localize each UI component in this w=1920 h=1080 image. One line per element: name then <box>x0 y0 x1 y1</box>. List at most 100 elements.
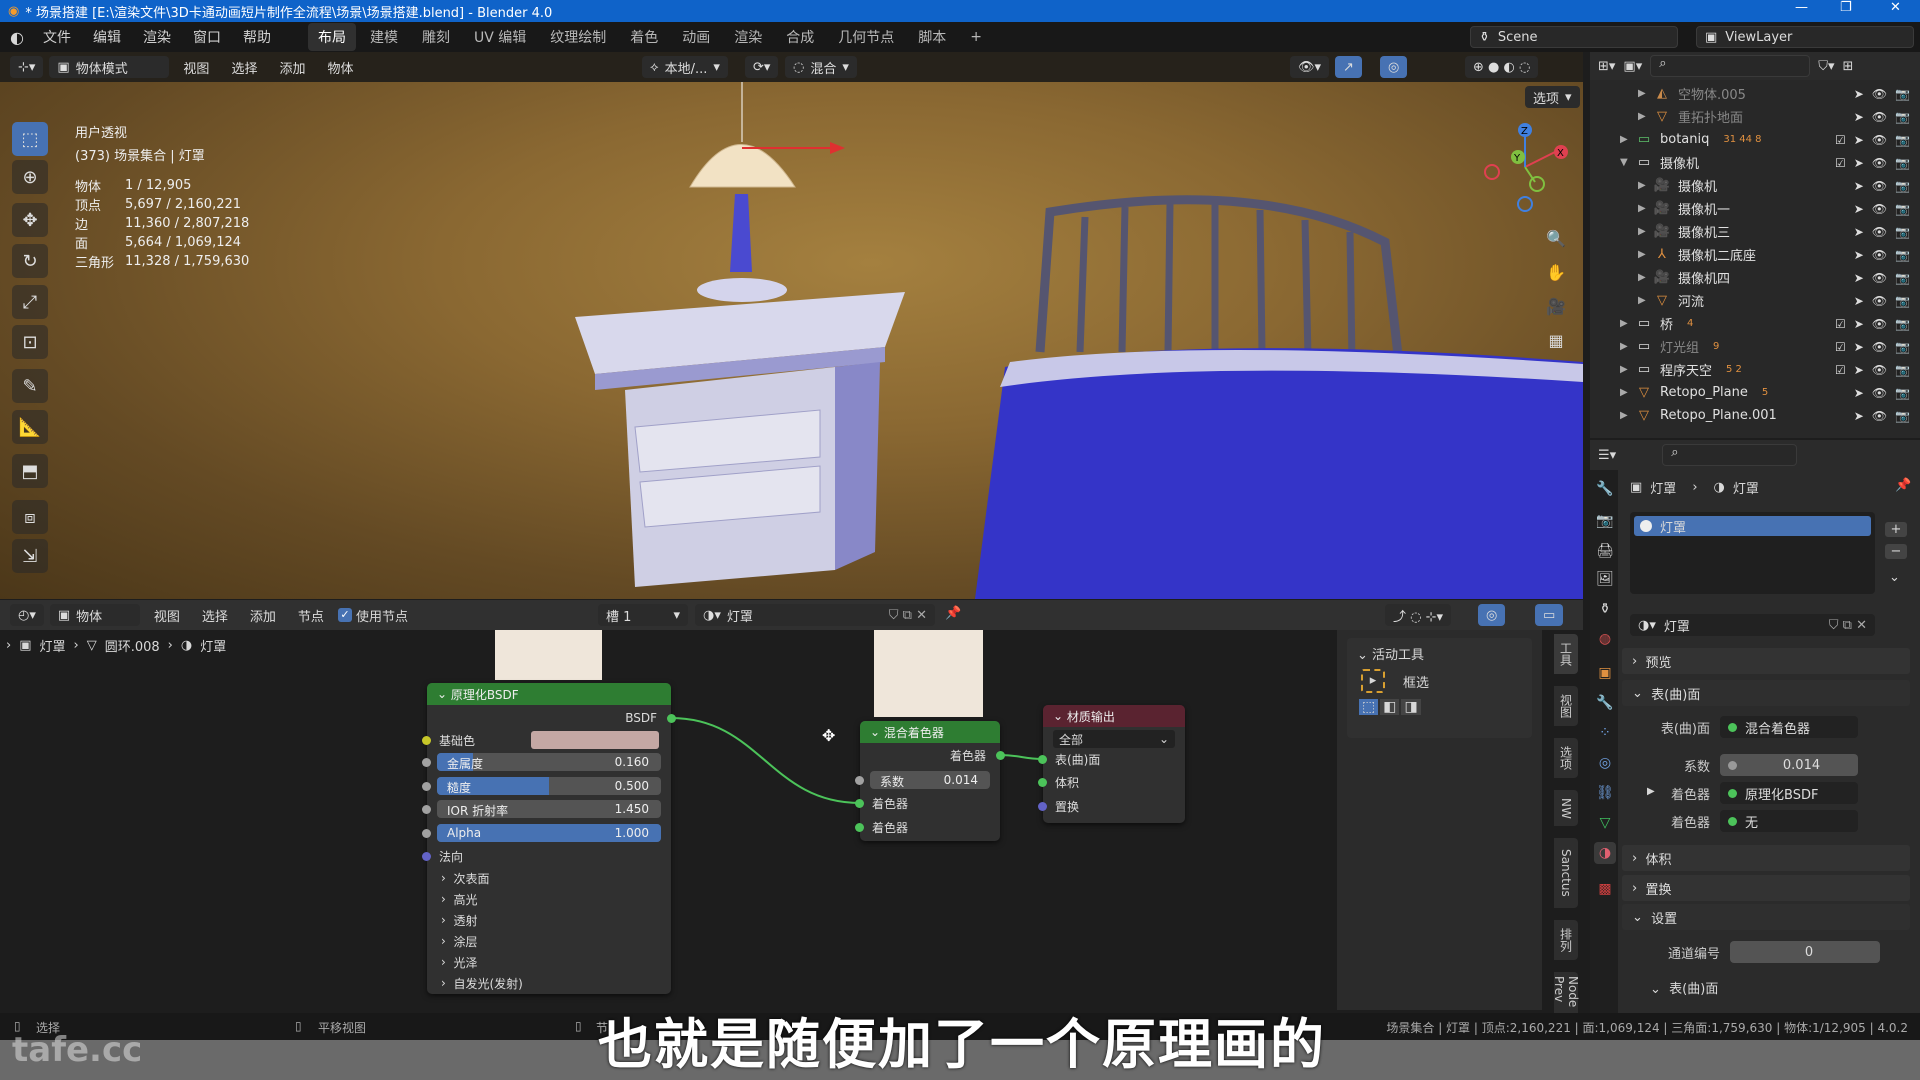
tab-layout[interactable]: 布局 <box>307 23 356 51</box>
expand-arrow-icon[interactable]: ▶ <box>1620 410 1634 421</box>
select-box-tool[interactable]: ⬚ <box>12 122 48 156</box>
factor-socket[interactable] <box>855 776 864 785</box>
outliner-display-mode-icon[interactable]: ⊞▾ <box>1598 59 1615 74</box>
bsdf-slider[interactable]: Alpha 1.000 <box>437 823 661 842</box>
node-menu-node[interactable]: 节点 <box>290 604 332 627</box>
scene-selector[interactable]: ⚱ Scene <box>1470 26 1678 48</box>
expand-arrow-icon[interactable]: ▼ <box>1620 157 1634 168</box>
node-header[interactable]: ⌄ 混合着色器 <box>860 721 1000 743</box>
shader2-field[interactable]: 无 <box>1720 810 1858 832</box>
outliner-row[interactable]: ▶ ▭ botaniq 31 44 8 ☑ ➤ 👁 📷 <box>1590 128 1920 151</box>
editor-type-button[interactable]: ⊹▾ <box>10 56 44 78</box>
render-camera-icon[interactable]: 📷 <box>1895 225 1910 239</box>
selection-mode-buttons[interactable]: ⬚ ◧ ◨ <box>1347 699 1532 715</box>
menu-render[interactable]: 渲染 <box>134 24 180 50</box>
selectable-icon[interactable]: ➤ <box>1854 294 1864 308</box>
mode-dropdown[interactable]: ▣ 物体模式 <box>49 56 170 78</box>
tab-scripting[interactable]: 脚本 <box>908 23 956 51</box>
eye-icon[interactable]: 👁 <box>1872 409 1887 423</box>
outliner-row[interactable]: ▶ 🎥 摄像机一 ➤ 👁 📷 <box>1590 197 1920 220</box>
output-target-dropdown[interactable]: 全部 ⌄ <box>1053 730 1175 748</box>
object-tab-icon[interactable]: ▣ <box>1594 662 1616 684</box>
menu-select[interactable]: 选择 <box>223 56 265 79</box>
material-actions[interactable]: ⛉ ⧉ ✕ <box>1829 618 1875 633</box>
exclude-checkbox[interactable]: ☑ <box>1835 156 1846 170</box>
transform-orientation-dropdown[interactable]: ⟡ 本地/... ▾ <box>642 56 728 78</box>
measure-tool[interactable]: 📐 <box>12 410 48 444</box>
shear-tool[interactable]: ⧈ <box>12 500 48 534</box>
shader-type-dropdown[interactable]: ▣ 物体 <box>49 604 140 626</box>
outliner-row[interactable]: ▶ 🎥 摄像机四 ➤ 👁 📷 <box>1590 266 1920 289</box>
tab-shading[interactable]: 着色 <box>620 23 668 51</box>
outliner-row[interactable]: ▶ ▽ 河流 ➤ 👁 📷 <box>1590 289 1920 312</box>
bsdf-panel-toggle[interactable]: › 次表面 <box>427 868 671 888</box>
expand-arrow-icon[interactable]: ▶ <box>1620 387 1634 398</box>
outliner-row[interactable]: ▶ ⅄ 摄像机二底座 ➤ 👁 📷 <box>1590 243 1920 266</box>
cursor-tool[interactable]: ⊕ <box>12 160 48 194</box>
texture-tab-icon[interactable]: ▩ <box>1594 878 1616 900</box>
outliner-row[interactable]: ▶ ◭ 空物体.005 ➤ 👁 📷 <box>1590 82 1920 105</box>
selectable-icon[interactable]: ➤ <box>1854 87 1864 101</box>
world-tab-icon[interactable]: ◍ <box>1594 628 1616 650</box>
add-cube-tool[interactable]: ⬒ <box>12 454 48 488</box>
overlay-toggle[interactable]: ◎ <box>1380 56 1408 78</box>
selectable-icon[interactable]: ➤ <box>1854 271 1864 285</box>
render-camera-icon[interactable]: 📷 <box>1895 156 1910 170</box>
expand-arrow-icon[interactable]: ▶ <box>1620 134 1634 145</box>
render-camera-icon[interactable]: 📷 <box>1895 294 1910 308</box>
surface-socket[interactable] <box>1038 755 1047 764</box>
tab-modeling[interactable]: 建模 <box>360 23 408 51</box>
node-overlay-toggle[interactable]: ◎ <box>1478 604 1506 626</box>
tab-animation[interactable]: 动画 <box>672 23 720 51</box>
pan-hand-icon[interactable]: ✋ <box>1542 256 1570 290</box>
node-canvas[interactable]: › ▣ 灯罩 › ▽ 圆环.008 › ◑ 灯罩 ⌄ 原理化BSDF BSDF 基础色 金属… <box>0 630 1335 1013</box>
visibility-button[interactable]: 👁▾ <box>1290 56 1330 78</box>
eye-icon[interactable]: 👁 <box>1872 294 1887 308</box>
expand-arrow-icon[interactable]: ▶ <box>1620 341 1634 352</box>
render-camera-icon[interactable]: 📷 <box>1895 317 1910 331</box>
render-camera-icon[interactable]: 📷 <box>1895 87 1910 101</box>
mix-factor-slider[interactable]: 系数 0.014 <box>870 771 990 789</box>
tab-sculpting[interactable]: 雕刻 <box>412 23 460 51</box>
bsdf-panel-toggle[interactable]: › 涂层 <box>427 931 671 951</box>
selectable-icon[interactable]: ➤ <box>1854 317 1864 331</box>
selectable-icon[interactable]: ➤ <box>1854 386 1864 400</box>
input-socket[interactable] <box>422 781 431 791</box>
eye-icon[interactable]: 👁 <box>1872 363 1887 377</box>
3d-viewport[interactable]: ⬚ ⊕ ✥ ↻ ⤢ ⊡ ✎ 📐 ⬒ ⧈ ⇲ 用户透视 (373) 场景集合 | … <box>0 82 1583 599</box>
section-preview[interactable]: › 预览 <box>1622 648 1910 674</box>
bsdf-slider[interactable]: 金属度 0.160 <box>437 753 661 771</box>
gizmo-toggle[interactable]: ↗ <box>1335 56 1362 78</box>
tab-compositing[interactable]: 合成 <box>776 23 824 51</box>
menu-window[interactable]: 窗口 <box>184 24 230 50</box>
subsection-surface[interactable]: ⌄ 表(曲)面 <box>1650 978 1718 997</box>
selectable-icon[interactable]: ➤ <box>1854 202 1864 216</box>
maximize-button[interactable]: ❐ <box>1840 0 1852 15</box>
eye-icon[interactable]: 👁 <box>1872 386 1887 400</box>
bsdf-panel-toggle[interactable]: › 透射 <box>427 910 671 930</box>
bsdf-panel-toggle[interactable]: › 高光 <box>427 889 671 909</box>
outliner-row[interactable]: ▶ ▭ 灯光组 9 ☑ ➤ 👁 📷 <box>1590 335 1920 358</box>
exclude-checkbox[interactable]: ☑ <box>1835 340 1846 354</box>
outliner-search-input[interactable]: ⌕ <box>1650 55 1811 77</box>
data-tab-icon[interactable]: ▽ <box>1594 812 1616 834</box>
menu-help[interactable]: 帮助 <box>234 24 280 50</box>
shrink-tool[interactable]: ⇲ <box>12 539 48 573</box>
sidebar-tab[interactable]: 工具 <box>1554 634 1578 674</box>
displacement-socket[interactable] <box>1038 802 1047 811</box>
use-nodes-checkbox[interactable]: ✓ 使用节点 <box>337 606 408 625</box>
outliner-row[interactable]: ▶ 🎥 摄像机 ➤ 👁 📷 <box>1590 174 1920 197</box>
minimize-button[interactable]: — <box>1795 0 1808 15</box>
slot-specials-button[interactable]: ⌄ <box>1889 570 1900 585</box>
tab-uv-editing[interactable]: UV 编辑 <box>464 23 536 51</box>
volume-socket[interactable] <box>1038 778 1047 787</box>
section-surface[interactable]: ⌄ 表(曲)面 <box>1622 680 1910 706</box>
eye-icon[interactable]: 👁 <box>1872 202 1887 216</box>
selectable-icon[interactable]: ➤ <box>1854 225 1864 239</box>
node-menu-add[interactable]: 添加 <box>242 604 284 627</box>
surface-shader-field[interactable]: 混合着色器 <box>1720 716 1858 738</box>
menu-view[interactable]: 视图 <box>175 56 217 79</box>
snap-blend-dropdown[interactable]: ◌ 混合 ▾ <box>785 56 857 78</box>
eye-icon[interactable]: 👁 <box>1872 248 1887 262</box>
expand-arrow-icon[interactable]: ▶ <box>1638 111 1652 122</box>
